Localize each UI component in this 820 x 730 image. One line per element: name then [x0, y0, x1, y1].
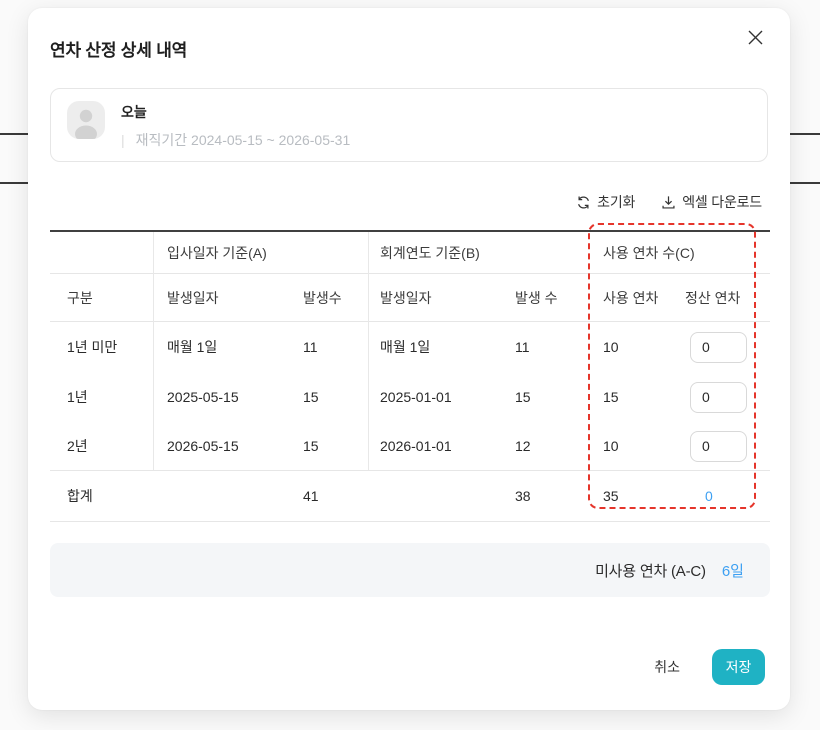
excel-download-button[interactable]: 엑셀 다운로드 — [661, 192, 762, 212]
annual-leave-detail-modal: 연차 산정 상세 내역 오늘 | 재직기간 2024-05-15 ~ 2026-… — [28, 8, 790, 710]
table-row: 1년 미만 매월 1일 11 매월 1일 11 10 — [50, 322, 770, 372]
cell-used-leave: 10 — [588, 438, 670, 454]
total-b-count: 38 — [512, 488, 588, 504]
download-icon — [661, 195, 676, 210]
close-icon — [747, 29, 764, 46]
user-name: 오늘 — [121, 102, 350, 122]
leave-calculation-table: 입사일자 기준(A) 회계연도 기준(B) 사용 연차 수(C) 구분 발생일자… — [50, 230, 770, 522]
group-header-fiscal-year-basis: 회계연도 기준(B) — [368, 243, 588, 263]
col-header-used-leave: 사용 연차 — [588, 288, 670, 308]
excel-download-label: 엑셀 다운로드 — [682, 192, 762, 212]
total-used-leave: 35 — [588, 488, 670, 504]
tenure-divider: | — [121, 132, 125, 148]
close-button[interactable] — [742, 24, 768, 50]
total-settled-leave: 0 — [670, 488, 770, 504]
col-header-settled-leave: 정산 연차 — [670, 288, 770, 308]
cell-a-count: 11 — [298, 339, 368, 355]
user-tenure: | 재직기간 2024-05-15 ~ 2026-05-31 — [121, 130, 350, 150]
col-header-b-date: 발생일자 — [368, 288, 512, 308]
settle-leave-input[interactable] — [690, 332, 747, 363]
save-button[interactable]: 저장 — [712, 649, 765, 685]
unused-leave-value: 6일 — [722, 560, 744, 581]
col-header-a-date: 발생일자 — [153, 288, 298, 308]
cell-category: 2년 — [50, 436, 153, 456]
total-a-count: 41 — [298, 488, 368, 504]
table-vertical-divider — [153, 232, 154, 470]
col-header-category: 구분 — [50, 288, 153, 308]
table-vertical-divider — [368, 232, 369, 470]
cell-b-date: 매월 1일 — [368, 337, 512, 357]
settle-leave-input[interactable] — [690, 382, 747, 413]
total-label: 합계 — [50, 486, 153, 506]
refresh-icon — [576, 195, 591, 210]
col-header-a-count: 발생수 — [298, 288, 368, 308]
user-info: 오늘 | 재직기간 2024-05-15 ~ 2026-05-31 — [121, 102, 350, 150]
settle-leave-input[interactable] — [690, 431, 747, 462]
avatar — [67, 101, 105, 139]
tenure-text: 재직기간 2024-05-15 ~ 2026-05-31 — [136, 130, 351, 150]
group-header-hire-date-basis: 입사일자 기준(A) — [153, 243, 368, 263]
person-icon — [67, 101, 105, 139]
table-column-header-row: 구분 발생일자 발생수 발생일자 발생 수 사용 연차 정산 연차 — [50, 274, 770, 322]
cell-b-date: 2026-01-01 — [368, 438, 512, 454]
reset-label: 초기화 — [597, 192, 635, 212]
cell-a-date: 2025-05-15 — [153, 389, 298, 405]
unused-leave-label: 미사용 연차 (A-C) — [595, 560, 706, 581]
cell-used-leave: 10 — [588, 339, 670, 355]
reset-button[interactable]: 초기화 — [576, 192, 635, 212]
cell-a-date: 매월 1일 — [153, 337, 298, 357]
summary-bar: 미사용 연차 (A-C) 6일 — [50, 543, 770, 597]
cell-used-leave: 15 — [588, 389, 670, 405]
col-header-b-count: 발생 수 — [512, 288, 588, 308]
cell-category: 1년 — [50, 387, 153, 407]
table-row: 1년 2025-05-15 15 2025-01-01 15 15 — [50, 372, 770, 422]
table-group-header-row: 입사일자 기준(A) 회계연도 기준(B) 사용 연차 수(C) — [50, 232, 770, 274]
modal-footer: 취소 저장 — [654, 649, 765, 685]
cell-b-count: 11 — [512, 339, 588, 355]
table-row: 2년 2026-05-15 15 2026-01-01 12 10 — [50, 422, 770, 470]
table-total-row: 합계 41 38 35 0 — [50, 470, 770, 522]
modal-title: 연차 산정 상세 내역 — [50, 36, 187, 61]
cell-a-count: 15 — [298, 389, 368, 405]
table-toolbar: 초기화 엑셀 다운로드 — [576, 192, 762, 212]
cell-b-count: 15 — [512, 389, 588, 405]
cancel-button[interactable]: 취소 — [654, 657, 680, 677]
cell-a-count: 15 — [298, 438, 368, 454]
user-card: 오늘 | 재직기간 2024-05-15 ~ 2026-05-31 — [50, 88, 768, 162]
cell-b-date: 2025-01-01 — [368, 389, 512, 405]
group-header-used-leave: 사용 연차 수(C) — [588, 243, 770, 263]
cell-category: 1년 미만 — [50, 337, 153, 357]
cell-a-date: 2026-05-15 — [153, 438, 298, 454]
cell-b-count: 12 — [512, 438, 588, 454]
